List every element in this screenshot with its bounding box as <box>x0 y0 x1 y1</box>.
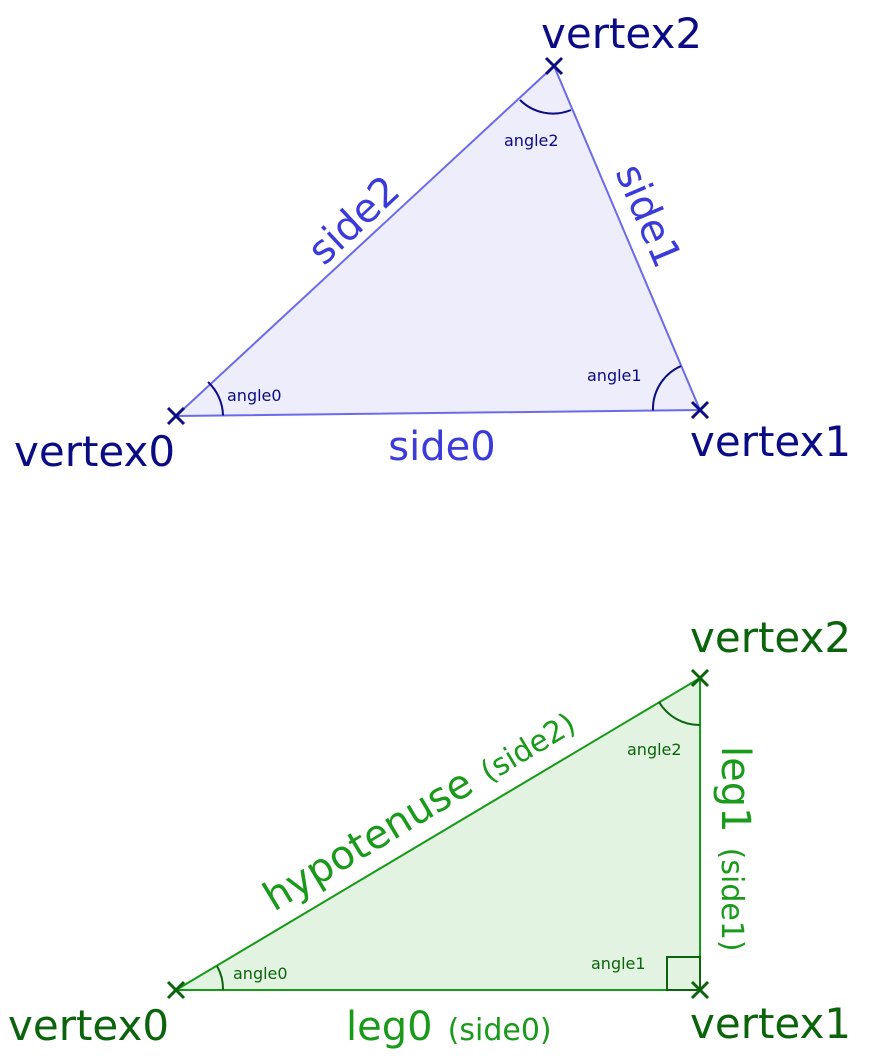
right-angle0-label: angle0 <box>233 964 288 983</box>
right-vertex2-label: vertex2 <box>690 613 851 662</box>
general-vertex2-label: vertex2 <box>541 9 702 58</box>
right-triangle-body <box>172 676 701 991</box>
right-vertex0-label: vertex0 <box>8 1001 169 1050</box>
general-side0-label: side0 <box>388 424 495 470</box>
right-leg1-label: leg1 (side1) <box>712 746 758 952</box>
right-leg1-alias: (side1) <box>714 848 749 952</box>
general-triangle: vertex0 vertex1 vertex2 side0 side1 side… <box>14 9 851 476</box>
triangle-diagram: vertex0 vertex1 vertex2 side0 side1 side… <box>8 9 851 1050</box>
right-vertex1-label: vertex1 <box>690 999 851 1048</box>
general-angle1-label: angle1 <box>587 366 642 385</box>
general-angle0-label: angle0 <box>227 386 282 405</box>
right-triangle: vertex0 vertex1 vertex2 leg0 (side0) leg… <box>8 613 851 1050</box>
right-angle1-label: angle1 <box>591 954 646 973</box>
general-angle2-label: angle2 <box>504 131 559 150</box>
general-vertex0-label: vertex0 <box>14 427 175 476</box>
right-angle2-label: angle2 <box>627 740 682 759</box>
right-leg0-label: leg0 (side0) <box>346 1004 552 1050</box>
right-leg1-text: leg1 <box>712 746 758 833</box>
general-triangle-body <box>173 64 702 418</box>
right-leg0-text: leg0 <box>346 1004 433 1050</box>
general-vertex1-label: vertex1 <box>690 417 851 466</box>
right-leg0-alias: (side0) <box>448 1013 552 1048</box>
